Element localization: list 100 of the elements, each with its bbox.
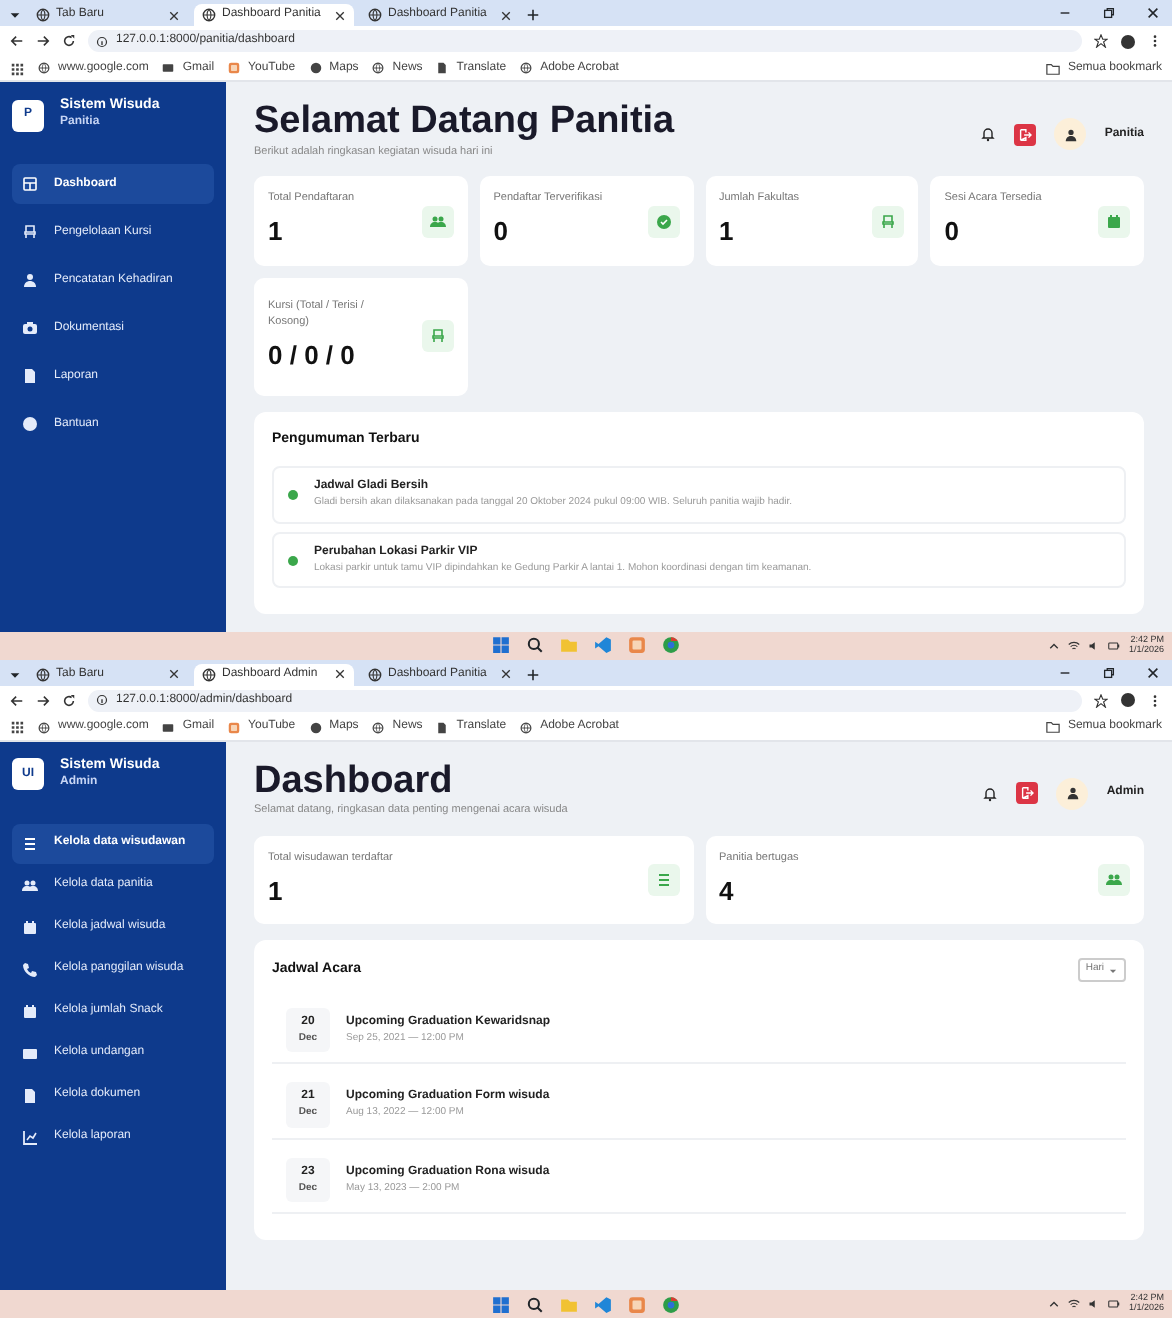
logout-button[interactable] bbox=[1014, 123, 1037, 145]
speaker-icon[interactable] bbox=[1088, 639, 1101, 651]
users-icon bbox=[1106, 872, 1122, 889]
battery-icon[interactable] bbox=[1108, 639, 1121, 651]
user-icon bbox=[1065, 786, 1080, 800]
search-icon[interactable] bbox=[526, 636, 544, 654]
tab-list-icon[interactable] bbox=[8, 667, 22, 681]
apps-icon[interactable] bbox=[10, 61, 24, 75]
globe-icon bbox=[36, 667, 50, 681]
list-icon bbox=[655, 872, 671, 889]
reload-icon[interactable] bbox=[62, 34, 76, 48]
phone-icon bbox=[22, 961, 38, 978]
profile-icon[interactable] bbox=[1120, 692, 1136, 708]
reload-icon[interactable] bbox=[62, 693, 76, 707]
bookmark-icon bbox=[309, 62, 322, 74]
bookmark-icon bbox=[436, 62, 449, 74]
calendar-icon bbox=[22, 919, 38, 936]
menu-icon[interactable] bbox=[1148, 34, 1162, 48]
chair-icon bbox=[429, 328, 446, 345]
logout-icon bbox=[1020, 786, 1035, 800]
close-icon[interactable] bbox=[334, 668, 346, 680]
logout-button[interactable] bbox=[1016, 782, 1039, 804]
start-icon[interactable] bbox=[492, 1295, 510, 1313]
speaker-icon[interactable] bbox=[1088, 1298, 1101, 1310]
chevron-up-icon[interactable] bbox=[1048, 639, 1061, 651]
star-icon[interactable] bbox=[1094, 693, 1108, 707]
document-icon bbox=[22, 368, 38, 385]
menu-icon[interactable] bbox=[1148, 693, 1162, 707]
close-icon[interactable] bbox=[168, 668, 180, 680]
circle-icon bbox=[22, 416, 38, 433]
close-icon[interactable] bbox=[500, 668, 512, 680]
close-icon[interactable] bbox=[500, 9, 512, 21]
bookmark-icon bbox=[162, 721, 175, 733]
battery-icon[interactable] bbox=[1108, 1298, 1121, 1310]
chevron-up-icon[interactable] bbox=[1048, 1298, 1061, 1310]
users-icon bbox=[22, 877, 38, 894]
bookmark-icon bbox=[38, 62, 50, 74]
camera-icon bbox=[22, 320, 38, 337]
page-title: Dashboard bbox=[254, 761, 455, 803]
back-icon[interactable] bbox=[10, 34, 24, 48]
close-icon[interactable] bbox=[1146, 6, 1160, 20]
restore-icon[interactable] bbox=[1102, 6, 1116, 20]
code-editor-icon[interactable] bbox=[594, 636, 612, 654]
new-tab-icon[interactable] bbox=[526, 667, 540, 681]
user-icon bbox=[22, 272, 38, 289]
close-icon[interactable] bbox=[1146, 665, 1160, 679]
star-icon[interactable] bbox=[1094, 34, 1108, 48]
new-tab-icon[interactable] bbox=[526, 8, 540, 22]
calendar-icon bbox=[1106, 213, 1122, 230]
forward-icon[interactable] bbox=[36, 693, 50, 707]
wifi-icon[interactable] bbox=[1068, 639, 1081, 651]
status-dot bbox=[288, 490, 298, 501]
stat-value: 4 bbox=[719, 873, 736, 910]
bookmark-icon bbox=[372, 62, 385, 74]
close-icon[interactable] bbox=[334, 9, 346, 21]
calendar-icon bbox=[22, 1003, 38, 1020]
user-icon bbox=[1063, 127, 1078, 141]
browser-icon[interactable] bbox=[662, 1295, 680, 1313]
apps-icon[interactable] bbox=[10, 720, 24, 734]
bookmark-icon bbox=[520, 721, 533, 733]
globe-icon bbox=[36, 8, 50, 22]
minimize-icon[interactable] bbox=[1058, 6, 1072, 20]
globe-icon bbox=[202, 667, 216, 681]
bookmark-icon bbox=[520, 62, 533, 74]
bookmark-icon bbox=[162, 62, 175, 74]
stat-value: 1 bbox=[268, 214, 285, 251]
logout-icon bbox=[1018, 127, 1033, 141]
forward-icon[interactable] bbox=[36, 34, 50, 48]
users-icon bbox=[429, 213, 446, 230]
code-editor-icon[interactable] bbox=[594, 1295, 612, 1313]
bookmark-icon bbox=[372, 721, 385, 733]
globe-icon bbox=[368, 667, 382, 681]
bookmark-icon bbox=[309, 721, 322, 733]
grid-icon bbox=[22, 176, 38, 193]
wifi-icon[interactable] bbox=[1068, 1298, 1081, 1310]
bookmark-icon bbox=[38, 721, 50, 733]
stat-value: 0 / 0 / 0 bbox=[268, 338, 357, 375]
search-icon[interactable] bbox=[526, 1295, 544, 1313]
stat-value: 1 bbox=[719, 214, 736, 251]
info-icon[interactable] bbox=[96, 694, 108, 706]
browser-icon[interactable] bbox=[662, 636, 680, 654]
stat-value: 0 bbox=[493, 214, 510, 251]
back-icon[interactable] bbox=[10, 693, 24, 707]
globe-icon bbox=[368, 8, 382, 22]
restore-icon[interactable] bbox=[1102, 665, 1116, 679]
bookmark-icon bbox=[228, 62, 241, 74]
caret-icon bbox=[1108, 965, 1118, 976]
stat-value: 1 bbox=[268, 873, 285, 910]
check-icon bbox=[655, 213, 671, 230]
profile-icon[interactable] bbox=[1120, 33, 1136, 49]
bell-icon[interactable] bbox=[980, 126, 997, 142]
close-icon[interactable] bbox=[168, 9, 180, 21]
envelope-icon bbox=[22, 1045, 38, 1062]
chair-icon bbox=[880, 213, 897, 230]
stat-value: 0 bbox=[944, 214, 961, 251]
info-icon[interactable] bbox=[96, 35, 108, 47]
tab-list-icon[interactable] bbox=[8, 8, 22, 22]
start-icon[interactable] bbox=[492, 636, 510, 654]
bell-icon[interactable] bbox=[982, 785, 999, 801]
globe-icon bbox=[202, 8, 216, 22]
